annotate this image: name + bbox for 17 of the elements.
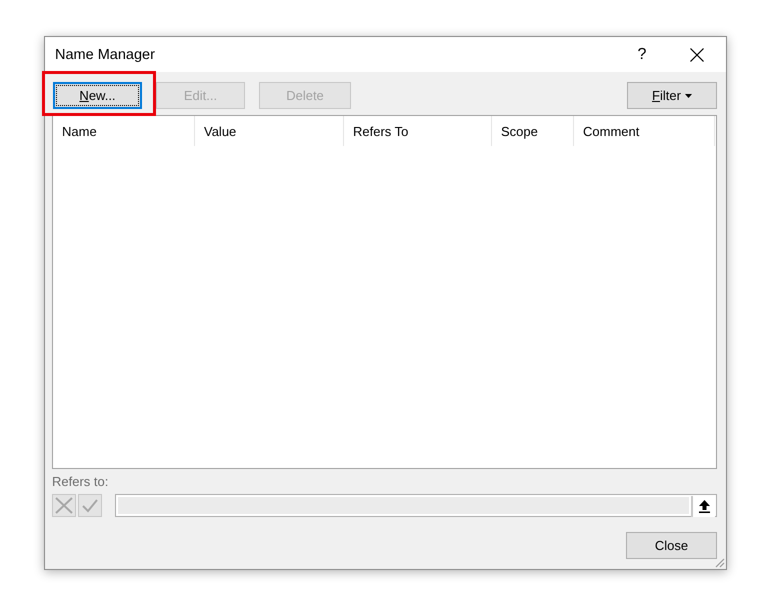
cross-icon	[55, 497, 73, 514]
filter-button[interactable]: Filter	[627, 82, 717, 109]
help-button[interactable]: ?	[620, 38, 664, 72]
close-icon	[690, 48, 704, 62]
check-icon	[82, 498, 98, 512]
up-arrow-icon	[698, 500, 710, 513]
column-header[interactable]: Value	[195, 116, 344, 146]
column-header[interactable]: Name	[53, 116, 195, 146]
caret-icon	[684, 94, 692, 98]
resize-grip-icon[interactable]	[714, 557, 725, 568]
column-header[interactable]: Refers To	[344, 116, 492, 146]
refers-to-label: Refers to:	[52, 474, 108, 490]
new-button[interactable]: New...	[53, 82, 142, 109]
close-dialog-button[interactable]: Close	[626, 532, 717, 559]
column-header[interactable]: Comment	[574, 116, 715, 146]
window-title: Name Manager	[55, 46, 156, 62]
column-header[interactable]: Scope	[492, 116, 574, 146]
